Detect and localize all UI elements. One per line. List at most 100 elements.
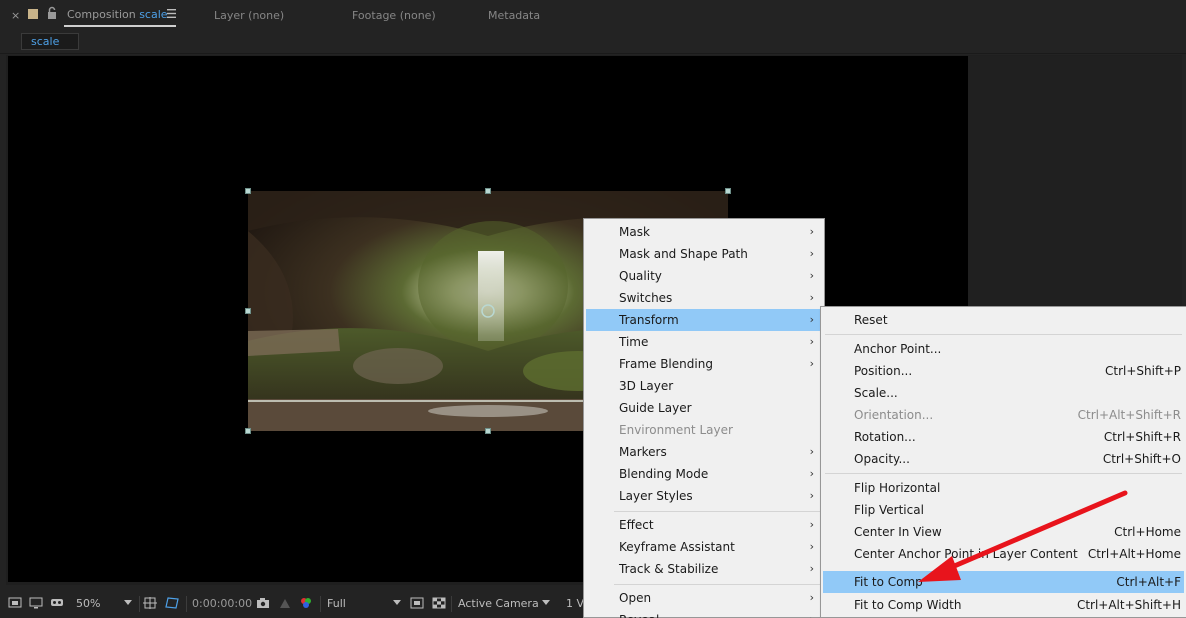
menu-item-label: Blending Mode [619,467,709,481]
menu-separator [614,511,820,512]
view-layout-select[interactable]: 1 V [566,597,584,610]
layer-handle-bottom-center[interactable] [485,428,491,434]
chevron-down-icon [393,600,401,605]
submenu-arrow-icon: › [809,291,814,304]
menu-item-label: Markers [619,445,667,459]
menu-item-fit-to-comp[interactable]: Fit to Comp Ctrl+Alt+F [823,571,1184,593]
submenu-arrow-icon: › [809,467,814,480]
menu-item-label: Open [619,591,652,605]
grid-guides-icon[interactable] [143,597,157,609]
tab-footage[interactable]: Footage (none) [352,9,436,22]
current-time-display[interactable]: 0:00:00:00 [192,597,252,610]
region-of-interest-icon[interactable] [410,597,424,609]
menu-item-time[interactable]: Time › [586,331,822,353]
menu-item-open[interactable]: Open › [586,587,822,609]
toolbar-divider [320,596,321,612]
show-snapshot-icon[interactable] [278,597,292,609]
submenu-arrow-icon: › [810,609,814,618]
close-tab-icon[interactable]: × [11,9,20,22]
tab-metadata[interactable]: Metadata [488,9,540,22]
menu-item-rotation[interactable]: Rotation... Ctrl+Shift+R [823,426,1184,448]
menu-separator [614,584,820,585]
menu-item-switches[interactable]: Switches › [586,287,822,309]
3d-view-select[interactable]: Active Camera [458,597,539,610]
menu-item-shortcut: Ctrl+Shift+P [1105,364,1181,378]
chevron-down-icon [542,600,550,605]
always-preview-icon[interactable] [8,597,22,609]
menu-item-label: Flip Horizontal [854,481,941,495]
menu-item-shortcut: Ctrl+Alt+Shift+H [1076,598,1181,612]
submenu-arrow-icon: › [809,225,814,238]
menu-item-reset[interactable]: Reset [823,309,1184,331]
composition-color-swatch-icon [28,9,38,19]
layer-handle-top-center[interactable] [485,188,491,194]
menu-item-label: Flip Vertical [854,503,924,517]
camera-snapshot-icon[interactable] [256,597,270,609]
layer-handle-top-right[interactable] [725,188,731,194]
menu-item-label: Mask [619,225,650,239]
menu-item-mask-and-shape-path[interactable]: Mask and Shape Path › [586,243,822,265]
menu-item-label: Frame Blending [619,357,713,371]
menu-item-track-and-stabilize[interactable]: Track & Stabilize › [586,558,822,580]
layer-handle-bottom-left[interactable] [245,428,251,434]
menu-item-label: Environment Layer [619,423,733,437]
menu-item-label: 3D Layer [619,379,674,393]
submenu-arrow-icon: › [809,313,814,326]
menu-item-scale[interactable]: Scale... [823,382,1184,404]
layer-context-menu: Mask › Mask and Shape Path › Quality › Swit… [583,218,825,618]
menu-item-label: Position... [854,364,913,378]
active-tab-underline [64,25,176,27]
menu-item-center-anchor-point[interactable]: Center Anchor Point in Layer Content Ctrl… [823,543,1184,565]
menu-item-label: Time [619,335,649,349]
submenu-arrow-icon: › [809,591,814,604]
layer-handle-top-left[interactable] [245,188,251,194]
vr-headset-icon[interactable] [50,597,64,609]
tab-composition[interactable]: Composition scale [67,8,168,21]
monitor-icon[interactable] [29,597,43,609]
chevron-down-icon [124,600,132,605]
menu-item-layer-styles[interactable]: Layer Styles › [586,485,822,507]
menu-item-flip-horizontal[interactable]: Flip Horizontal [823,477,1184,499]
magnification-select[interactable]: 50% [76,597,100,610]
menu-item-shortcut: Ctrl+Alt+Shift+R [1077,408,1181,422]
menu-item-position[interactable]: Position... Ctrl+Shift+P [823,360,1184,382]
resolution-select[interactable]: Full [327,597,346,610]
menu-item-label: Rotation... [854,430,916,444]
menu-item-quality[interactable]: Quality › [586,265,822,287]
menu-item-3d-layer[interactable]: 3D Layer [586,375,822,397]
submenu-arrow-icon: › [809,445,814,458]
tab-composition-name: scale [139,8,168,21]
menu-item-transform[interactable]: Transform › [586,309,822,331]
menu-item-shortcut: Ctrl+Shift+R [1103,430,1181,444]
menu-item-reveal[interactable]: Reveal › [586,609,822,618]
menu-item-markers[interactable]: Markers › [586,441,822,463]
layer-handle-middle-left[interactable] [245,308,251,314]
menu-item-frame-blending[interactable]: Frame Blending › [586,353,822,375]
transparency-grid-icon[interactable] [432,597,446,609]
menu-item-fit-to-comp-width[interactable]: Fit to Comp Width Ctrl+Alt+Shift+H [823,594,1184,616]
menu-item-guide-layer[interactable]: Guide Layer [586,397,822,419]
color-channels-icon[interactable] [299,597,313,609]
toolbar-divider [186,596,187,612]
menu-item-label: Keyframe Assistant [619,540,735,554]
submenu-arrow-icon: › [809,247,814,260]
menu-item-anchor-point[interactable]: Anchor Point... [823,338,1184,360]
menu-item-flip-vertical[interactable]: Flip Vertical [823,499,1184,521]
panel-menu-icon[interactable] [167,9,176,18]
menu-item-keyframe-assistant[interactable]: Keyframe Assistant › [586,536,822,558]
mask-visibility-icon[interactable] [165,597,179,609]
menu-item-effect[interactable]: Effect › [586,514,822,536]
submenu-arrow-icon: › [809,269,814,282]
menu-item-label: Reveal [619,609,659,618]
menu-item-label: Layer Styles [619,489,693,503]
tab-layer[interactable]: Layer (none) [214,9,284,22]
composition-breadcrumb[interactable]: scale [21,33,79,50]
menu-item-center-in-view[interactable]: Center In View Ctrl+Home [823,521,1184,543]
menu-item-opacity[interactable]: Opacity... Ctrl+Shift+O [823,448,1184,470]
menu-item-environment-layer: Environment Layer [586,419,822,441]
menu-item-blending-mode[interactable]: Blending Mode › [586,463,822,485]
menu-item-label: Orientation... [854,408,934,422]
lock-icon[interactable] [46,6,58,20]
menu-item-mask[interactable]: Mask › [586,221,822,243]
menu-item-label: Center In View [854,525,942,539]
